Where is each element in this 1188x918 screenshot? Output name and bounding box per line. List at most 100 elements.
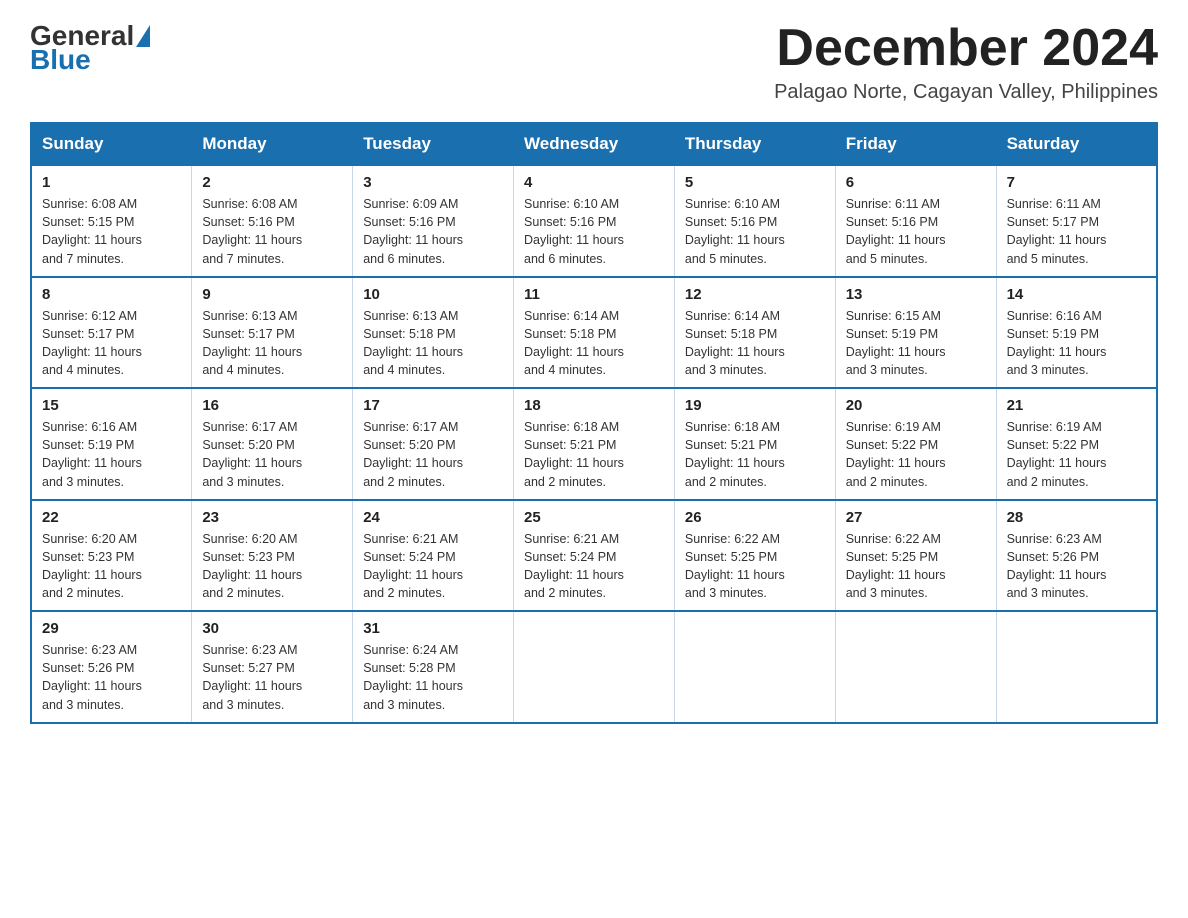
logo-blue-text: Blue [30, 44, 91, 75]
day-info: Sunrise: 6:16 AMSunset: 5:19 PMDaylight:… [1007, 309, 1107, 377]
day-info: Sunrise: 6:23 AMSunset: 5:26 PMDaylight:… [42, 643, 142, 711]
calendar-cell [996, 611, 1157, 723]
day-info: Sunrise: 6:19 AMSunset: 5:22 PMDaylight:… [1007, 420, 1107, 488]
day-info: Sunrise: 6:21 AMSunset: 5:24 PMDaylight:… [363, 532, 463, 600]
day-info: Sunrise: 6:10 AMSunset: 5:16 PMDaylight:… [524, 197, 624, 265]
day-info: Sunrise: 6:11 AMSunset: 5:16 PMDaylight:… [846, 197, 946, 265]
calendar-cell: 18Sunrise: 6:18 AMSunset: 5:21 PMDayligh… [514, 388, 675, 500]
day-info: Sunrise: 6:13 AMSunset: 5:18 PMDaylight:… [363, 309, 463, 377]
day-number: 27 [846, 509, 986, 526]
day-number: 28 [1007, 509, 1146, 526]
calendar-cell: 6 Sunrise: 6:11 AMSunset: 5:16 PMDaylight… [835, 165, 996, 277]
logo-triangle-icon [136, 25, 150, 47]
day-info: Sunrise: 6:17 AMSunset: 5:20 PMDaylight:… [363, 420, 463, 488]
weekday-header-saturday: Saturday [996, 123, 1157, 165]
day-number: 7 [1007, 174, 1146, 191]
day-info: Sunrise: 6:23 AMSunset: 5:26 PMDaylight:… [1007, 532, 1107, 600]
day-number: 9 [202, 286, 342, 303]
day-number: 5 [685, 174, 825, 191]
day-number: 17 [363, 397, 503, 414]
day-info: Sunrise: 6:21 AMSunset: 5:24 PMDaylight:… [524, 532, 624, 600]
calendar-cell: 24Sunrise: 6:21 AMSunset: 5:24 PMDayligh… [353, 500, 514, 612]
day-info: Sunrise: 6:19 AMSunset: 5:22 PMDaylight:… [846, 420, 946, 488]
calendar-cell: 11Sunrise: 6:14 AMSunset: 5:18 PMDayligh… [514, 277, 675, 389]
day-number: 23 [202, 509, 342, 526]
calendar-cell: 26 Sunrise: 6:22 AMSunset: 5:25 PMDayligh… [674, 500, 835, 612]
day-info: Sunrise: 6:24 AMSunset: 5:28 PMDaylight:… [363, 643, 463, 711]
calendar-cell: 20 Sunrise: 6:19 AMSunset: 5:22 PMDayligh… [835, 388, 996, 500]
calendar-table: SundayMondayTuesdayWednesdayThursdayFrid… [30, 122, 1158, 724]
day-number: 1 [42, 174, 181, 191]
weekday-header-monday: Monday [192, 123, 353, 165]
calendar-cell: 28 Sunrise: 6:23 AMSunset: 5:26 PMDayligh… [996, 500, 1157, 612]
day-info: Sunrise: 6:08 AMSunset: 5:15 PMDaylight:… [42, 197, 142, 265]
calendar-week-row: 1 Sunrise: 6:08 AMSunset: 5:15 PMDaylight… [31, 165, 1157, 277]
day-info: Sunrise: 6:12 AMSunset: 5:17 PMDaylight:… [42, 309, 142, 377]
day-info: Sunrise: 6:22 AMSunset: 5:25 PMDaylight:… [846, 532, 946, 600]
calendar-cell: 25Sunrise: 6:21 AMSunset: 5:24 PMDayligh… [514, 500, 675, 612]
day-number: 4 [524, 174, 664, 191]
day-number: 20 [846, 397, 986, 414]
day-number: 2 [202, 174, 342, 191]
calendar-cell: 15 Sunrise: 6:16 AMSunset: 5:19 PMDayligh… [31, 388, 192, 500]
calendar-cell [674, 611, 835, 723]
day-info: Sunrise: 6:13 AMSunset: 5:17 PMDaylight:… [202, 309, 302, 377]
calendar-week-row: 8 Sunrise: 6:12 AMSunset: 5:17 PMDaylight… [31, 277, 1157, 389]
calendar-cell: 8 Sunrise: 6:12 AMSunset: 5:17 PMDaylight… [31, 277, 192, 389]
day-info: Sunrise: 6:16 AMSunset: 5:19 PMDaylight:… [42, 420, 142, 488]
calendar-cell: 13Sunrise: 6:15 AMSunset: 5:19 PMDayligh… [835, 277, 996, 389]
calendar-cell: 12 Sunrise: 6:14 AMSunset: 5:18 PMDayligh… [674, 277, 835, 389]
calendar-cell [514, 611, 675, 723]
weekday-header-friday: Friday [835, 123, 996, 165]
calendar-cell: 14 Sunrise: 6:16 AMSunset: 5:19 PMDayligh… [996, 277, 1157, 389]
calendar-week-row: 29 Sunrise: 6:23 AMSunset: 5:26 PMDayligh… [31, 611, 1157, 723]
day-info: Sunrise: 6:20 AMSunset: 5:23 PMDaylight:… [202, 532, 302, 600]
day-number: 15 [42, 397, 181, 414]
day-number: 10 [363, 286, 503, 303]
day-info: Sunrise: 6:23 AMSunset: 5:27 PMDaylight:… [202, 643, 302, 711]
day-info: Sunrise: 6:17 AMSunset: 5:20 PMDaylight:… [202, 420, 302, 488]
day-number: 21 [1007, 397, 1146, 414]
day-number: 12 [685, 286, 825, 303]
day-info: Sunrise: 6:09 AMSunset: 5:16 PMDaylight:… [363, 197, 463, 265]
month-title: December 2024 [774, 20, 1158, 77]
day-number: 6 [846, 174, 986, 191]
location-subtitle: Palagao Norte, Cagayan Valley, Philippin… [774, 81, 1158, 104]
calendar-cell: 17 Sunrise: 6:17 AMSunset: 5:20 PMDayligh… [353, 388, 514, 500]
title-area: December 2024 Palagao Norte, Cagayan Val… [774, 20, 1158, 104]
day-info: Sunrise: 6:18 AMSunset: 5:21 PMDaylight:… [685, 420, 785, 488]
weekday-header-wednesday: Wednesday [514, 123, 675, 165]
day-info: Sunrise: 6:10 AMSunset: 5:16 PMDaylight:… [685, 197, 785, 265]
day-number: 8 [42, 286, 181, 303]
calendar-cell: 7Sunrise: 6:11 AMSunset: 5:17 PMDaylight… [996, 165, 1157, 277]
calendar-cell: 29 Sunrise: 6:23 AMSunset: 5:26 PMDayligh… [31, 611, 192, 723]
logo: General Blue [30, 20, 151, 76]
day-info: Sunrise: 6:14 AMSunset: 5:18 PMDaylight:… [685, 309, 785, 377]
calendar-cell [835, 611, 996, 723]
day-number: 13 [846, 286, 986, 303]
day-info: Sunrise: 6:22 AMSunset: 5:25 PMDaylight:… [685, 532, 785, 600]
day-number: 19 [685, 397, 825, 414]
day-number: 16 [202, 397, 342, 414]
day-info: Sunrise: 6:08 AMSunset: 5:16 PMDaylight:… [202, 197, 302, 265]
calendar-cell: 9 Sunrise: 6:13 AMSunset: 5:17 PMDaylight… [192, 277, 353, 389]
day-number: 22 [42, 509, 181, 526]
calendar-week-row: 22 Sunrise: 6:20 AMSunset: 5:23 PMDayligh… [31, 500, 1157, 612]
day-number: 3 [363, 174, 503, 191]
calendar-cell: 1 Sunrise: 6:08 AMSunset: 5:15 PMDaylight… [31, 165, 192, 277]
calendar-cell: 22 Sunrise: 6:20 AMSunset: 5:23 PMDayligh… [31, 500, 192, 612]
calendar-cell: 30Sunrise: 6:23 AMSunset: 5:27 PMDayligh… [192, 611, 353, 723]
calendar-cell: 23 Sunrise: 6:20 AMSunset: 5:23 PMDayligh… [192, 500, 353, 612]
weekday-header-sunday: Sunday [31, 123, 192, 165]
calendar-cell: 10 Sunrise: 6:13 AMSunset: 5:18 PMDayligh… [353, 277, 514, 389]
day-number: 11 [524, 286, 664, 303]
day-info: Sunrise: 6:18 AMSunset: 5:21 PMDaylight:… [524, 420, 624, 488]
weekday-header-tuesday: Tuesday [353, 123, 514, 165]
calendar-cell: 16 Sunrise: 6:17 AMSunset: 5:20 PMDayligh… [192, 388, 353, 500]
day-info: Sunrise: 6:20 AMSunset: 5:23 PMDaylight:… [42, 532, 142, 600]
day-number: 26 [685, 509, 825, 526]
calendar-cell: 3 Sunrise: 6:09 AMSunset: 5:16 PMDaylight… [353, 165, 514, 277]
day-number: 29 [42, 620, 181, 637]
day-number: 14 [1007, 286, 1146, 303]
calendar-cell: 21 Sunrise: 6:19 AMSunset: 5:22 PMDayligh… [996, 388, 1157, 500]
